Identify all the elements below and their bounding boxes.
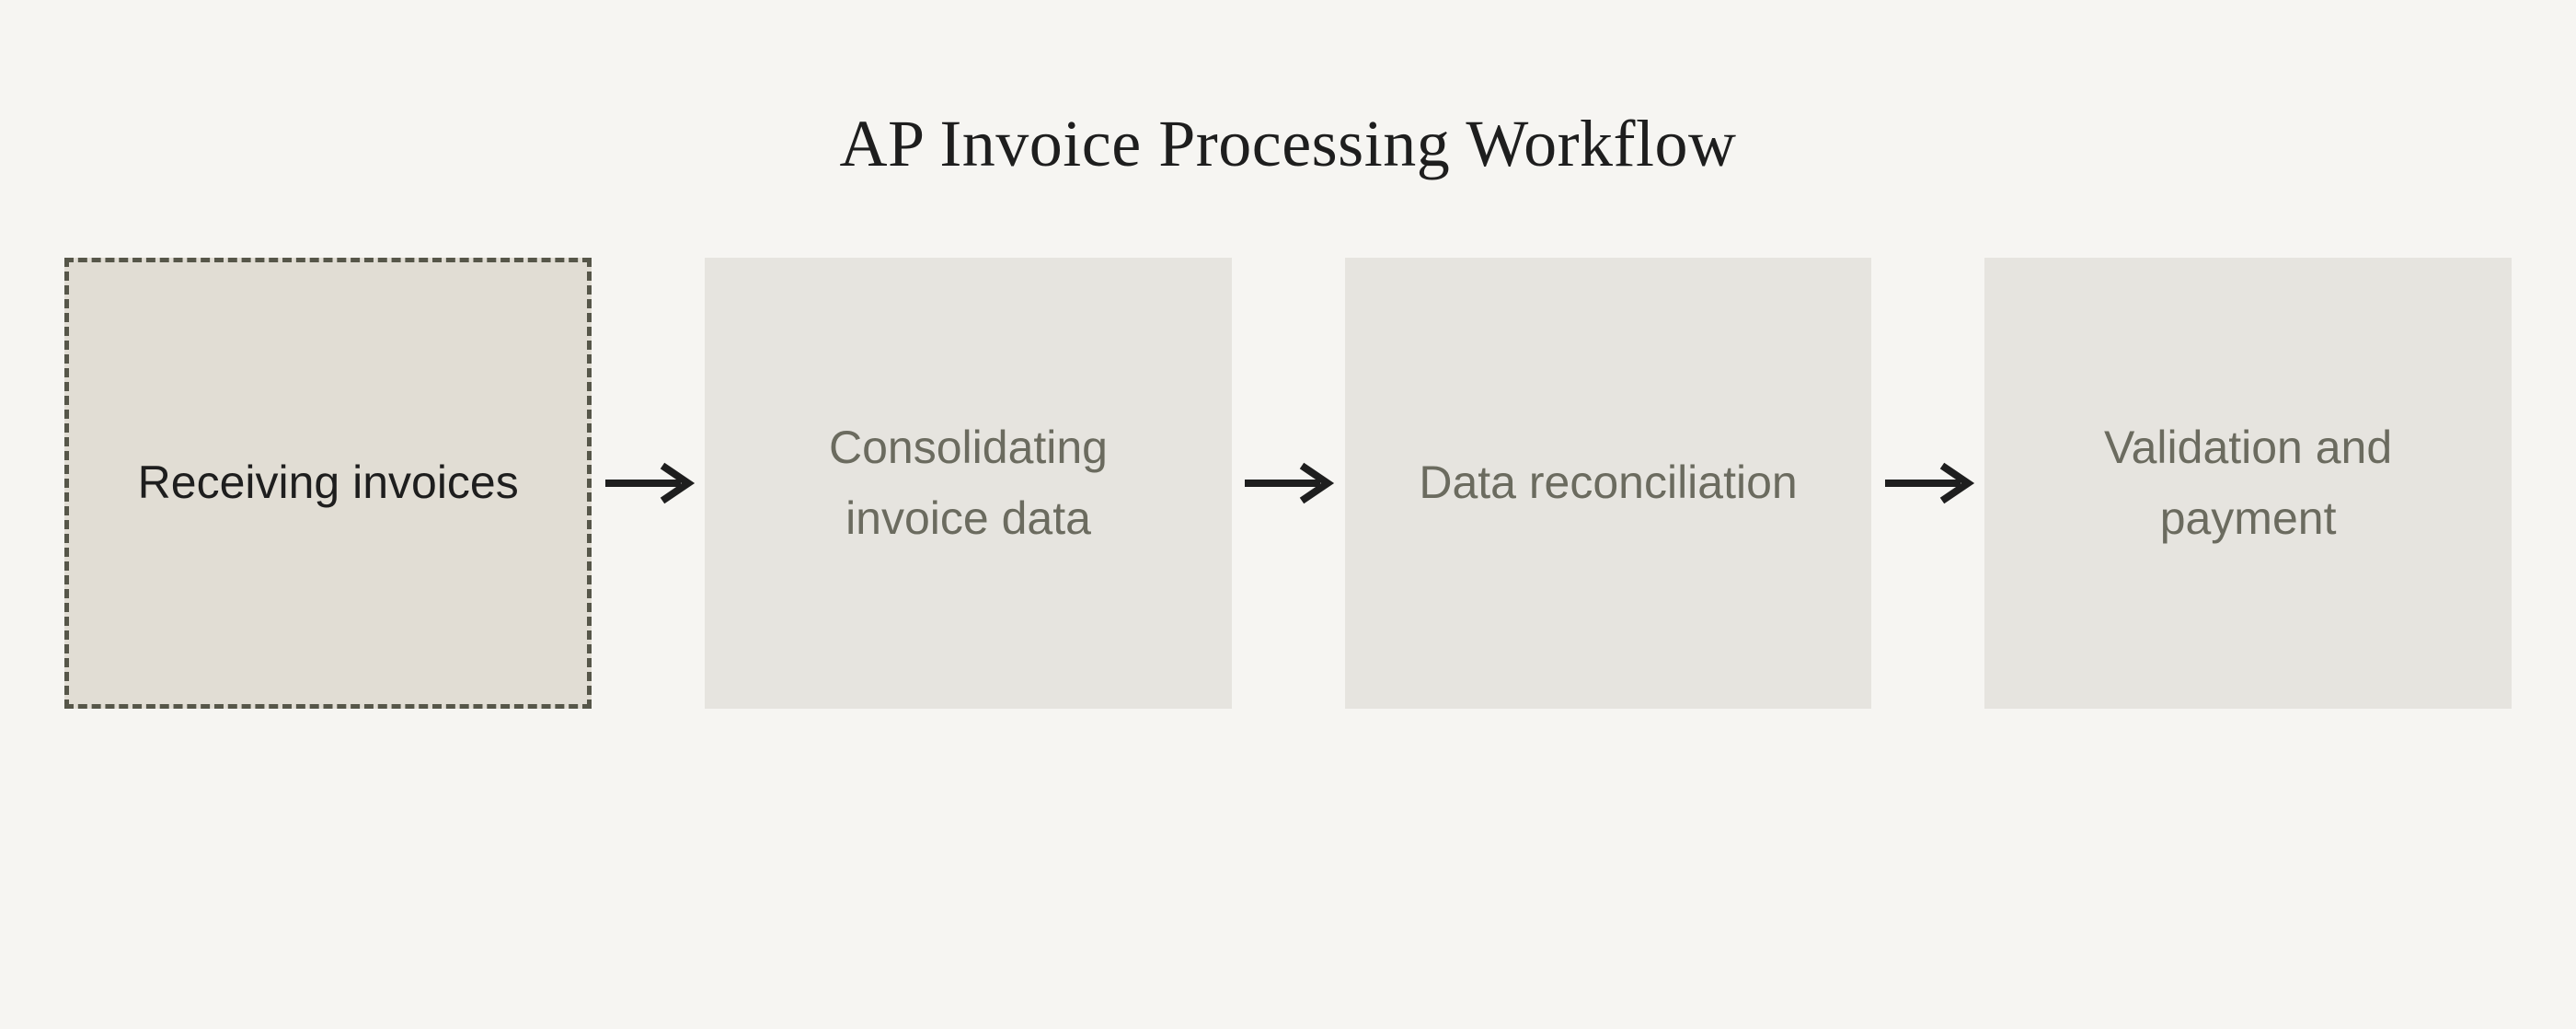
step-label: Validation and payment	[2040, 412, 2456, 555]
step-label: Receiving invoices	[138, 447, 519, 519]
arrow-icon	[1232, 460, 1345, 506]
arrow-icon	[1871, 460, 1984, 506]
step-data-reconciliation: Data reconciliation	[1345, 258, 1872, 709]
step-label: Consolidating invoice data	[760, 412, 1177, 555]
arrow-icon	[592, 460, 705, 506]
step-receiving-invoices: Receiving invoices	[64, 258, 592, 709]
step-validation-and-payment: Validation and payment	[1984, 258, 2512, 709]
step-consolidating-invoice-data: Consolidating invoice data	[705, 258, 1232, 709]
workflow-row: Receiving invoices Consolidating invoice…	[0, 258, 2576, 709]
diagram-title: AP Invoice Processing Workflow	[839, 106, 1736, 182]
step-label: Data reconciliation	[1419, 447, 1797, 519]
